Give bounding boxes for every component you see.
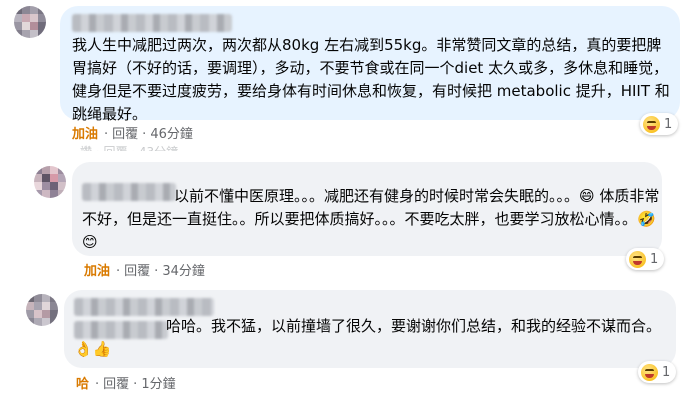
reply-button[interactable]: 回覆: [112, 127, 138, 142]
comment-actions: 加油 · 回覆 · 34分鐘: [84, 264, 205, 279]
ghost-meta-text: 讚 · 回覆 · 43分鐘: [80, 143, 178, 151]
commenter-name[interactable]: [72, 14, 232, 32]
comment-text: 哈哈。我不猛，以前撞墙了很久，要谢谢你们总结，和我的经验不谋而合。👌👍: [74, 315, 664, 361]
comment-text-body: 以前不懂中医原理。。。减肥还有健身的时候时常会失眠的。。。😄 体质非常不好，但是…: [82, 187, 660, 251]
reaction-count: 1: [662, 364, 671, 380]
laughing-face-icon: [641, 363, 658, 381]
comment-timestamp[interactable]: 46分鐘: [150, 127, 193, 142]
comment-text: 以前不懂中医原理。。。减肥还有健身的时候时常会失眠的。。。😄 体质非常不好，但是…: [82, 185, 660, 254]
commenter-name[interactable]: [74, 298, 214, 316]
like-button[interactable]: 加油: [72, 127, 98, 142]
avatar[interactable]: [14, 6, 46, 38]
avatar[interactable]: [26, 294, 58, 326]
comment-timestamp[interactable]: 34分鐘: [162, 264, 205, 279]
like-button[interactable]: 哈: [76, 377, 89, 392]
laughing-face-icon: [629, 250, 646, 268]
comment-text: 我人生中减肥过两次，两次都从80kg 左右减到55kg。非常赞同文章的总结，真的…: [72, 36, 670, 123]
laughing-face-icon: [643, 115, 660, 133]
comment-text-body: 哈哈。我不猛，以前撞墙了很久，要谢谢你们总结，和我的经验不谋而合。👌👍: [74, 317, 662, 358]
like-button[interactable]: 加油: [84, 264, 110, 279]
comment-actions: 哈 · 回覆 · 1分鐘: [76, 377, 176, 392]
reaction-count: 1: [650, 251, 659, 267]
reaction-badge[interactable]: 1: [626, 248, 665, 270]
reply-button[interactable]: 回覆: [124, 264, 150, 279]
reply-button[interactable]: 回覆: [103, 377, 129, 392]
avatar[interactable]: [34, 166, 66, 198]
reaction-badge[interactable]: 1: [638, 361, 677, 383]
comment-timestamp[interactable]: 1分鐘: [141, 377, 175, 392]
reaction-count: 1: [664, 116, 673, 132]
comment-actions: 加油 · 回覆 · 46分鐘: [72, 127, 193, 142]
reaction-badge[interactable]: 1: [640, 113, 679, 135]
